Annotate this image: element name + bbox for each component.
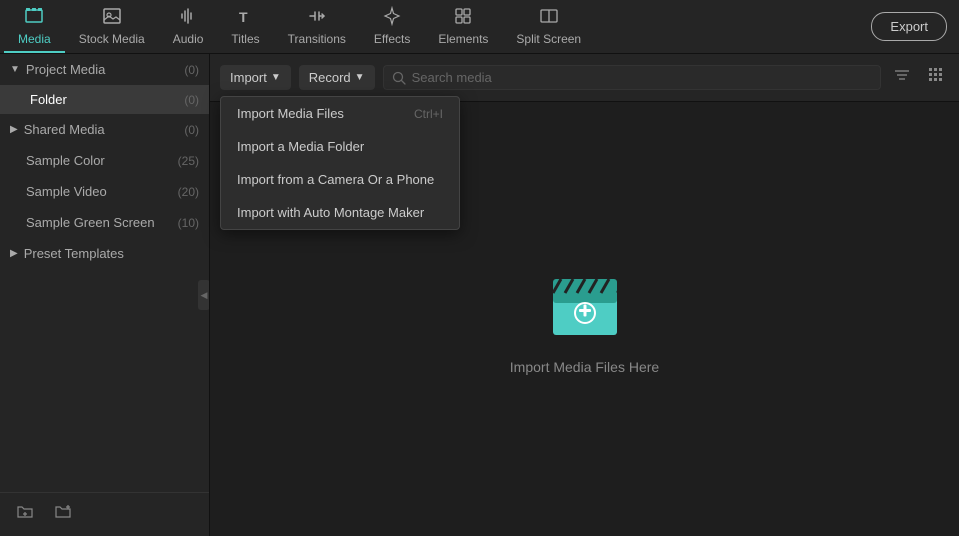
expand-arrow-project: ▼ <box>10 64 20 75</box>
dropdown-item-import-folder[interactable]: Import a Media Folder <box>221 130 459 163</box>
import-hint-text: Import Media Files Here <box>510 359 659 375</box>
sidebar-bottom <box>0 492 209 536</box>
record-label: Record <box>309 70 351 85</box>
import-chevron-icon: ▼ <box>271 72 281 83</box>
sidebar-count-sample-color: (25) <box>178 154 199 168</box>
clapper-icon <box>545 263 625 343</box>
sidebar-item-project-media[interactable]: ▼ Project Media (0) <box>0 54 209 85</box>
sidebar-label-preset: Preset Templates <box>24 246 199 261</box>
expand-arrow-preset: ▶ <box>10 248 18 259</box>
dropdown-shortcut-import-files: Ctrl+I <box>414 107 443 121</box>
sidebar-label-sample-video: Sample Video <box>26 184 178 199</box>
expand-arrow-shared: ▶ <box>10 124 18 135</box>
sidebar-label-folder: Folder <box>30 92 184 107</box>
search-icon <box>392 71 406 85</box>
effects-icon <box>382 6 402 29</box>
sidebar-item-sample-color[interactable]: Sample Color (25) <box>0 145 209 176</box>
nav-item-split-screen[interactable]: Split Screen <box>502 0 595 53</box>
dropdown-item-import-montage[interactable]: Import with Auto Montage Maker <box>221 196 459 229</box>
nav-item-elements[interactable]: Elements <box>424 0 502 53</box>
filter-button[interactable] <box>889 62 915 93</box>
nav-label-effects: Effects <box>374 32 410 46</box>
import-dropdown-menu: Import Media Files Ctrl+I Import a Media… <box>220 96 460 230</box>
sidebar-label-project-media: Project Media <box>26 62 184 77</box>
nav-label-elements: Elements <box>438 32 488 46</box>
dropdown-label-import-folder: Import a Media Folder <box>237 139 364 154</box>
titles-icon: T <box>236 6 256 29</box>
export-button[interactable]: Export <box>871 12 947 41</box>
sidebar-item-preset-templates[interactable]: ▶ Preset Templates <box>0 238 209 269</box>
audio-icon <box>178 6 198 29</box>
add-media-button[interactable] <box>48 501 78 528</box>
main-layout: ▼ Project Media (0) Folder (0) ▶ Shared … <box>0 54 959 536</box>
nav-item-audio[interactable]: Audio <box>159 0 218 53</box>
sidebar-label-sample-color: Sample Color <box>26 153 178 168</box>
sidebar-item-sample-green[interactable]: Sample Green Screen (10) <box>0 207 209 238</box>
svg-text:T: T <box>239 9 248 25</box>
dropdown-label-import-montage: Import with Auto Montage Maker <box>237 205 424 220</box>
elements-icon <box>453 6 473 29</box>
dropdown-label-import-files: Import Media Files <box>237 106 344 121</box>
nav-label-transitions: Transitions <box>288 32 346 46</box>
sidebar-count-folder: (0) <box>184 93 199 107</box>
dropdown-label-import-camera: Import from a Camera Or a Phone <box>237 172 434 187</box>
nav-item-transitions[interactable]: Transitions <box>274 0 360 53</box>
content-toolbar: Import ▼ Record ▼ <box>210 54 959 102</box>
search-input[interactable] <box>412 70 872 85</box>
sidebar: ▼ Project Media (0) Folder (0) ▶ Shared … <box>0 54 210 536</box>
transitions-icon <box>307 6 327 29</box>
sidebar-count-sample-green: (10) <box>178 216 199 230</box>
split-screen-icon <box>539 6 559 29</box>
record-chevron-icon: ▼ <box>355 72 365 83</box>
collapse-handle[interactable]: ◀ <box>198 280 210 310</box>
dropdown-item-import-files[interactable]: Import Media Files Ctrl+I <box>221 97 459 130</box>
stock-media-icon <box>102 6 122 29</box>
import-button[interactable]: Import ▼ <box>220 65 291 90</box>
nav-item-titles[interactable]: T Titles <box>217 0 273 53</box>
sidebar-count-shared: (0) <box>184 123 199 137</box>
nav-label-titles: Titles <box>231 32 259 46</box>
sidebar-item-shared-media[interactable]: ▶ Shared Media (0) <box>0 114 209 145</box>
search-bar <box>383 65 881 90</box>
sidebar-item-sample-video[interactable]: Sample Video (20) <box>0 176 209 207</box>
content-area: Import ▼ Record ▼ <box>210 54 959 536</box>
nav-label-split: Split Screen <box>516 32 581 46</box>
sidebar-count-project-media: (0) <box>184 63 199 77</box>
nav-label-stock: Stock Media <box>79 32 145 46</box>
nav-item-effects[interactable]: Effects <box>360 0 424 53</box>
sidebar-label-sample-green: Sample Green Screen <box>26 215 178 230</box>
import-label: Import <box>230 70 267 85</box>
grid-view-button[interactable] <box>923 62 949 93</box>
nav-item-stock-media[interactable]: Stock Media <box>65 0 159 53</box>
record-button[interactable]: Record ▼ <box>299 65 375 90</box>
nav-label-audio: Audio <box>173 32 204 46</box>
media-icon <box>24 6 44 29</box>
nav-label-media: Media <box>18 32 51 46</box>
dropdown-item-import-camera[interactable]: Import from a Camera Or a Phone <box>221 163 459 196</box>
nav-item-media[interactable]: Media <box>4 0 65 53</box>
sidebar-item-folder[interactable]: Folder (0) <box>0 85 209 114</box>
top-nav: Media Stock Media Audio T Titles <box>0 0 959 54</box>
new-folder-button[interactable] <box>10 501 40 528</box>
sidebar-count-sample-video: (20) <box>178 185 199 199</box>
sidebar-label-shared: Shared Media <box>24 122 185 137</box>
